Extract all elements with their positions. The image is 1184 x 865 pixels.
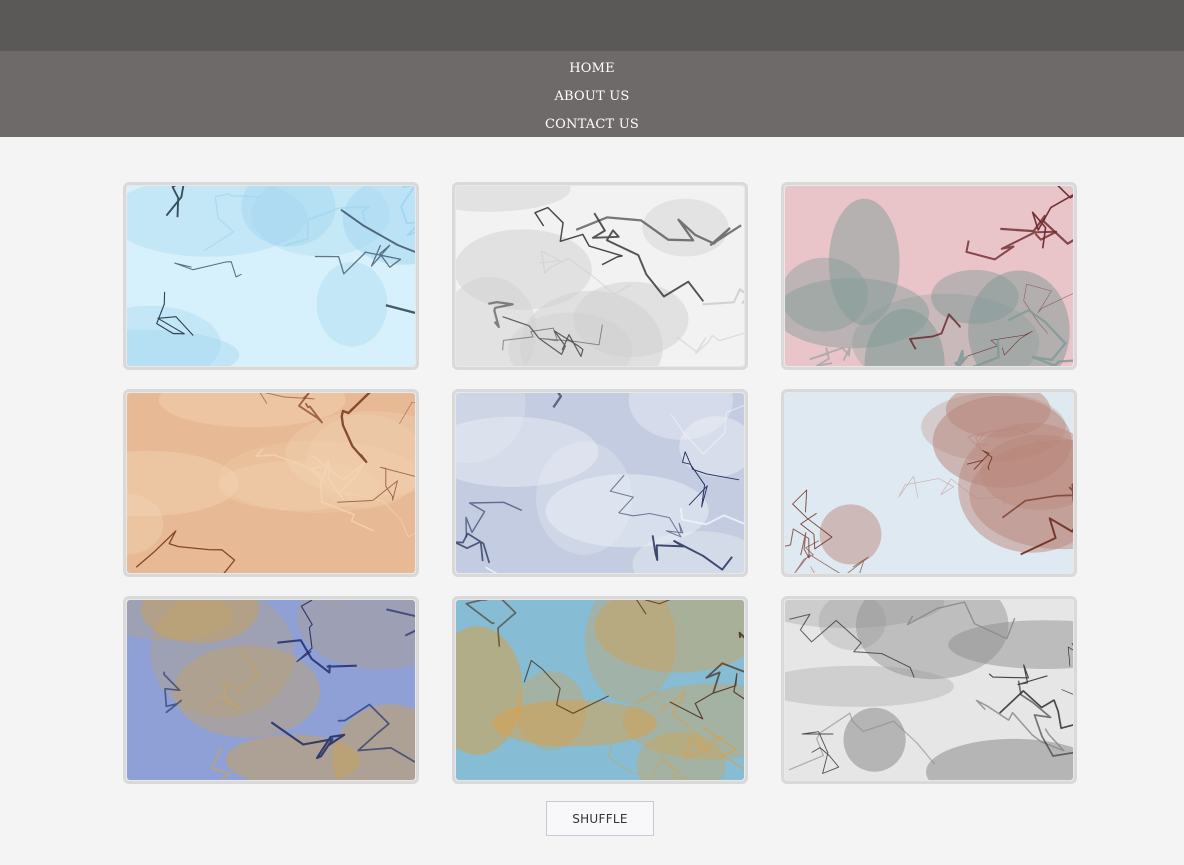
marble-texture-image bbox=[785, 393, 1073, 573]
marble-texture-image bbox=[456, 600, 744, 780]
marble-tile-white-grey[interactable] bbox=[452, 182, 748, 370]
marble-tile-aqua-amber[interactable] bbox=[452, 596, 748, 784]
main-nav: HOME ABOUT US CONTACT US bbox=[0, 51, 1184, 137]
marble-texture-image bbox=[785, 186, 1073, 366]
marble-texture-image bbox=[127, 393, 415, 573]
marble-tile-tan-brown[interactable] bbox=[123, 389, 419, 577]
top-bar bbox=[0, 0, 1184, 51]
marble-texture-image bbox=[456, 186, 744, 366]
marble-tile-white-rust[interactable] bbox=[781, 389, 1077, 577]
marble-gallery-grid bbox=[123, 182, 1077, 784]
marble-tile-cobalt-gold[interactable] bbox=[123, 596, 419, 784]
marble-texture-image bbox=[456, 393, 744, 573]
marble-tile-blue-black[interactable] bbox=[123, 182, 419, 370]
marble-tile-black-swirl[interactable] bbox=[781, 596, 1077, 784]
marble-texture-image bbox=[127, 186, 415, 366]
marble-texture-image bbox=[785, 600, 1073, 780]
marble-tile-pink-teal[interactable] bbox=[781, 182, 1077, 370]
marble-tile-navy-white[interactable] bbox=[452, 389, 748, 577]
shuffle-button[interactable]: SHUFFLE bbox=[546, 801, 654, 836]
nav-home-link[interactable]: HOME bbox=[569, 55, 615, 83]
nav-contact-us-link[interactable]: CONTACT US bbox=[545, 111, 639, 139]
marble-texture-image bbox=[127, 600, 415, 780]
nav-about-us-link[interactable]: ABOUT US bbox=[554, 83, 629, 111]
